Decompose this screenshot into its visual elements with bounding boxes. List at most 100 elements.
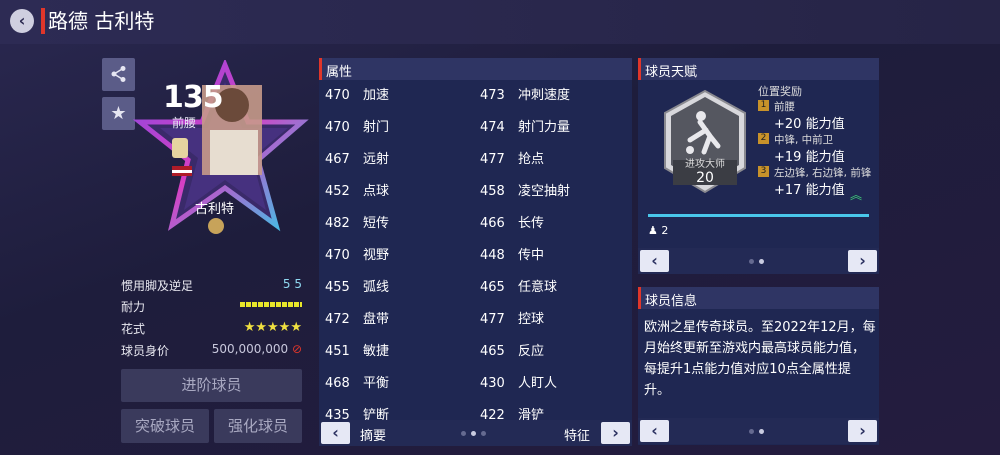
attribute-row: 473 冲刺速度 xyxy=(480,80,630,112)
attribute-row: 422 滑铲 xyxy=(480,400,630,420)
attribute-name: 任意球 xyxy=(518,280,558,295)
talent-title: 球员天赋 xyxy=(645,65,698,80)
attribute-value: 482 xyxy=(325,216,350,231)
attribute-value: 455 xyxy=(325,280,350,295)
talent-badge-name: 进攻大师 xyxy=(685,159,725,170)
info-panel: 球员信息 欧洲之星传奇球员。至2022年12月，每月始终更新至游戏内最高球员能力… xyxy=(638,287,879,445)
page-dot-active xyxy=(759,429,764,434)
info-prev-button[interactable]: ‹ xyxy=(640,420,669,442)
attribute-name: 反应 xyxy=(518,344,545,359)
attributes-title: 属性 xyxy=(326,65,353,80)
attribute-value: 477 xyxy=(480,312,505,327)
attribute-value: 448 xyxy=(480,248,505,263)
attribute-name: 远射 xyxy=(363,152,390,167)
info-next-button[interactable]: › xyxy=(848,420,877,442)
bonus-value: +19 能力值 xyxy=(774,150,845,165)
info-title: 球员信息 xyxy=(645,294,698,309)
bonus-rank-badge: 2 xyxy=(758,133,769,144)
attribute-value: 435 xyxy=(325,408,350,420)
stat-row-skill: 花式 ★★★★★ xyxy=(121,320,302,337)
attribute-row: 477 控球 xyxy=(480,304,630,336)
info-text: 欧洲之星传奇球员。至2022年12月，每月始终更新至游戏内最高球员能力值，每提升… xyxy=(644,320,876,398)
page-dot xyxy=(749,259,754,264)
attribute-value: 472 xyxy=(325,312,350,327)
attribute-name: 弧线 xyxy=(363,280,390,295)
advance-player-button[interactable]: 进阶球员 xyxy=(121,369,302,402)
attribute-name: 点球 xyxy=(363,184,390,199)
attribute-name: 抢点 xyxy=(518,152,545,167)
enhance-player-button[interactable]: 强化球员 xyxy=(214,409,302,443)
attributes-panel: 属性 470 加速 470 射门 467 远射 452 点球 482 短传 470 视野 455 弧线 47… xyxy=(319,58,632,446)
header-accent xyxy=(638,58,641,80)
page-title: 路德 古利特 xyxy=(48,9,155,33)
title-accent xyxy=(41,8,45,34)
attributes-list[interactable]: 470 加速 470 射门 467 远射 452 点球 482 短传 470 视野 455 弧线 472 盘带… xyxy=(319,80,632,420)
stat-label: 花式 xyxy=(121,322,146,336)
page-dot xyxy=(481,431,486,436)
traits-tab[interactable]: 特征 xyxy=(564,425,590,444)
attribute-name: 加速 xyxy=(363,88,390,103)
talent-count: ♟ 2 xyxy=(648,224,668,237)
attribute-row: 465 反应 xyxy=(480,336,630,368)
talent-count-value: 2 xyxy=(661,224,669,237)
attribute-value: 470 xyxy=(325,88,350,103)
bonus-rank-badge: 1 xyxy=(758,100,769,111)
attribute-name: 视野 xyxy=(363,248,390,263)
stat-row-stamina: 耐力 xyxy=(121,298,302,315)
card-player-name: 古利特 xyxy=(195,202,235,217)
attribute-name: 铲断 xyxy=(363,408,390,420)
attribute-name: 控球 xyxy=(518,312,545,327)
bonus-positions: 前腰 xyxy=(774,101,795,113)
talent-nav: ‹ › xyxy=(638,248,879,274)
attribute-name: 凌空抽射 xyxy=(518,184,571,199)
talent-collapse-icon[interactable]: ︽ xyxy=(850,189,862,201)
talent-next-button[interactable]: › xyxy=(848,250,877,272)
attribute-value: 468 xyxy=(325,376,350,391)
attribute-name: 长传 xyxy=(518,216,545,231)
share-icon xyxy=(111,66,125,82)
attribute-value: 470 xyxy=(325,120,350,135)
attributes-prev-button[interactable]: ‹ xyxy=(321,422,350,444)
attribute-row: 466 长传 xyxy=(480,208,630,240)
attribute-value: 466 xyxy=(480,216,505,231)
attribute-value: 470 xyxy=(325,248,350,263)
bonus-positions: 左边锋, 右边锋, 前锋 xyxy=(774,167,872,179)
talent-header: 球员天赋 xyxy=(638,58,879,80)
talent-prev-button[interactable]: ‹ xyxy=(640,250,669,272)
overall-rating: 135 xyxy=(163,80,224,115)
back-button[interactable]: ‹ xyxy=(10,9,34,33)
attribute-row: 474 射门力量 xyxy=(480,112,630,144)
bonus-value: +20 能力值 xyxy=(774,117,845,132)
stat-row-foot: 惯用脚及逆足 5 5 xyxy=(121,277,302,294)
attribute-row: 435 铲断 xyxy=(325,400,475,420)
attribute-row: 482 短传 xyxy=(325,208,475,240)
attribute-value: 452 xyxy=(325,184,350,199)
attribute-name: 平衡 xyxy=(363,376,390,391)
attributes-nav: ‹ 摘要 特征 › xyxy=(319,420,632,446)
attribute-name: 滑铲 xyxy=(518,408,545,420)
card-position: 前腰 xyxy=(172,116,197,130)
attribute-value: 465 xyxy=(480,280,505,295)
attribute-row: 470 射门 xyxy=(325,112,475,144)
stat-value: 5 5 xyxy=(282,277,302,291)
stat-label: 耐力 xyxy=(121,300,146,314)
stamina-bar xyxy=(240,302,302,307)
summary-tab[interactable]: 摘要 xyxy=(360,425,386,444)
attribute-value: 473 xyxy=(480,88,505,103)
page-dot-active xyxy=(759,259,764,264)
attribute-value: 477 xyxy=(480,152,505,167)
attribute-value: 474 xyxy=(480,120,505,135)
attribute-name: 射门 xyxy=(363,120,390,135)
attribute-row: 470 视野 xyxy=(325,240,475,272)
info-header: 球员信息 xyxy=(638,287,879,309)
bonus-rank-badge: 3 xyxy=(758,166,769,177)
attributes-next-button[interactable]: › xyxy=(601,422,630,444)
talent-progress xyxy=(648,214,869,217)
stat-row-value: 球员身价 500,000,000 ⊘ xyxy=(121,342,302,359)
attribute-value: 430 xyxy=(480,376,505,391)
breakthrough-player-button[interactable]: 突破球员 xyxy=(121,409,209,443)
attribute-row: 430 人盯人 xyxy=(480,368,630,400)
attribute-row: 467 远射 xyxy=(325,144,475,176)
attribute-value: 465 xyxy=(480,344,505,359)
attribute-value: 422 xyxy=(480,408,505,420)
